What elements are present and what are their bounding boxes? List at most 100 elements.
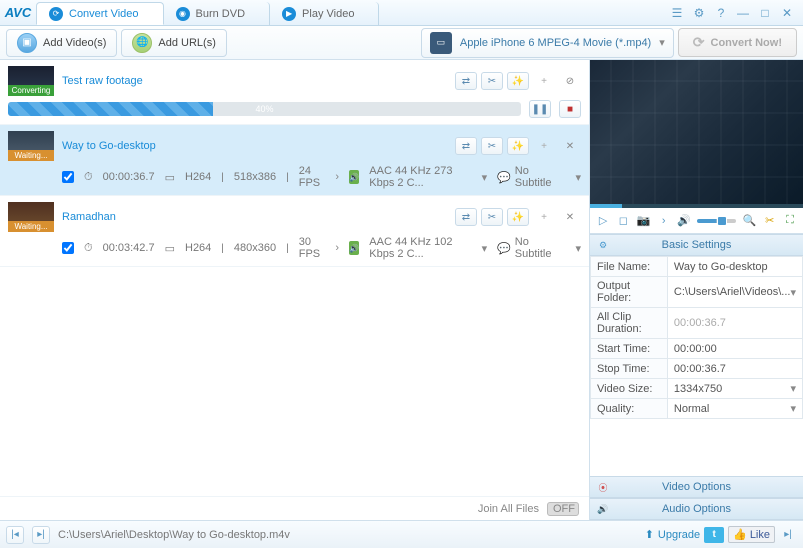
section-title: Audio Options	[662, 503, 731, 515]
effects-button[interactable]: ✨	[507, 137, 529, 155]
swap-button[interactable]: ⇄	[455, 72, 477, 90]
join-toggle[interactable]: OFF	[547, 502, 579, 516]
file-checkbox[interactable]	[62, 171, 74, 183]
tab-label: Convert Video	[69, 8, 139, 20]
gear-icon[interactable]: ⚙	[691, 5, 707, 21]
preview-pane: ▷ ◻ 📷 › 🔊 🔍 ✂ ⛶ ⚙ Basic Settings File Na…	[590, 60, 803, 520]
crop-icon[interactable]: ⛶	[783, 212, 797, 230]
collapse-button[interactable]: ▸|	[779, 526, 797, 544]
chevron-right-icon[interactable]: ›	[335, 171, 339, 183]
refresh-icon: ⟳	[49, 7, 63, 21]
quality-value[interactable]: Normal	[674, 403, 709, 415]
thumbnail: Waiting...	[8, 131, 54, 161]
add-button[interactable]: +	[533, 208, 555, 226]
facebook-like-button[interactable]: 👍 Like	[728, 526, 775, 543]
duration-value: 00:00:36.7	[667, 308, 802, 339]
label: All Clip Duration:	[591, 308, 668, 339]
start-time-input[interactable]	[674, 343, 796, 355]
minimize-button[interactable]: —	[735, 5, 751, 21]
thumbnail: Waiting...	[8, 202, 54, 232]
label: Stop Time:	[591, 359, 668, 379]
size-value[interactable]: 1334x750	[674, 383, 722, 395]
add-button[interactable]: +	[533, 137, 555, 155]
clock-icon: ⏱	[84, 242, 93, 255]
join-files-row: Join All Files OFF	[0, 496, 589, 520]
swap-button[interactable]: ⇄	[455, 137, 477, 155]
play-button[interactable]: ▷	[596, 212, 610, 230]
audio-info: AAC 44 KHz 102 Kbps 2 C...	[369, 236, 471, 260]
app-logo: AVC	[0, 0, 36, 25]
effects-button[interactable]: ✨	[507, 72, 529, 90]
duration: 00:00:36.7	[103, 171, 155, 183]
play-icon: ▶	[282, 7, 296, 21]
chevron-down-icon[interactable]: ▾	[790, 382, 796, 395]
film-icon: ▭	[165, 242, 175, 255]
audio-info: AAC 44 KHz 273 Kbps 2 C...	[369, 165, 471, 189]
file-path: C:\Users\Ariel\Desktop\Way to Go-desktop…	[58, 529, 290, 541]
volume-slider[interactable]	[697, 219, 736, 223]
stop-button[interactable]: ◻	[616, 212, 630, 230]
remove-button[interactable]: ⊘	[559, 72, 581, 90]
remove-button[interactable]: ✕	[559, 137, 581, 155]
cut-button[interactable]: ✂	[481, 72, 503, 90]
prev-file-button[interactable]: |◂	[6, 526, 24, 544]
maximize-button[interactable]: □	[757, 5, 773, 21]
file-list: Converting Test raw footage ⇄ ✂ ✨ + ⊘ 40…	[0, 60, 589, 496]
video-options-header[interactable]: ⦿ Video Options	[590, 476, 803, 498]
output-format-selector[interactable]: ▭ Apple iPhone 6 MPEG-4 Movie (*.mp4) ▾	[421, 28, 674, 58]
chevron-down-icon[interactable]: ▾	[575, 171, 581, 184]
add-button[interactable]: +	[533, 72, 555, 90]
file-item[interactable]: Waiting... Ramadhan ⇄ ✂ ✨ + ✕ ⏱ 00:03:42…	[0, 196, 589, 267]
tab-burn-dvd[interactable]: ◉ Burn DVD	[164, 2, 271, 25]
add-url-icon: 🌐	[132, 33, 152, 53]
chevron-icon[interactable]: ›	[657, 212, 671, 230]
resolution: 518x386	[234, 171, 276, 183]
file-checkbox[interactable]	[62, 242, 74, 254]
twitter-icon[interactable]: t	[704, 527, 724, 543]
cut-button[interactable]: ✂	[481, 208, 503, 226]
seek-bar[interactable]	[590, 204, 803, 208]
chevron-down-icon[interactable]: ▾	[790, 402, 796, 415]
help-icon[interactable]: ?	[713, 5, 729, 21]
snapshot-button[interactable]: 📷	[636, 212, 650, 230]
film-icon: ▭	[165, 171, 175, 184]
chevron-right-icon[interactable]: ›	[335, 242, 339, 254]
vcodec: H264	[185, 171, 211, 183]
effects-button[interactable]: ✨	[507, 208, 529, 226]
chevron-down-icon[interactable]: ▾	[575, 242, 581, 255]
trim-icon[interactable]: ✂	[763, 212, 777, 230]
volume-icon[interactable]: 🔊	[677, 212, 691, 230]
label: Start Time:	[591, 339, 668, 359]
video-preview[interactable]	[590, 60, 803, 208]
file-item[interactable]: Converting Test raw footage ⇄ ✂ ✨ + ⊘ 40…	[0, 60, 589, 125]
filename-input[interactable]	[674, 261, 796, 273]
pause-button[interactable]: ❚❚	[529, 100, 551, 118]
cut-button[interactable]: ✂	[481, 137, 503, 155]
close-button[interactable]: ✕	[779, 5, 795, 21]
tab-label: Play Video	[302, 8, 354, 20]
swap-button[interactable]: ⇄	[455, 208, 477, 226]
video-icon: ⦿	[596, 480, 610, 494]
section-title: Basic Settings	[662, 239, 732, 251]
menu-icon[interactable]: ☰	[669, 5, 685, 21]
remove-button[interactable]: ✕	[559, 208, 581, 226]
subtitle-icon: 💬	[497, 242, 511, 255]
file-item[interactable]: Waiting... Way to Go-desktop ⇄ ✂ ✨ + ✕ ⏱…	[0, 125, 589, 196]
chevron-down-icon[interactable]: ▾	[482, 171, 488, 184]
add-urls-button[interactable]: 🌐 Add URL(s)	[121, 29, 226, 57]
zoom-icon[interactable]: 🔍	[742, 212, 756, 230]
basic-settings-header[interactable]: ⚙ Basic Settings	[590, 234, 803, 256]
chevron-down-icon[interactable]: ▾	[790, 286, 796, 299]
clock-icon: ⏱	[84, 171, 93, 184]
subtitle: No Subtitle	[515, 165, 552, 189]
upgrade-link[interactable]: Upgrade	[658, 529, 700, 541]
audio-options-header[interactable]: 🔊 Audio Options	[590, 498, 803, 520]
chevron-down-icon[interactable]: ▾	[482, 242, 488, 255]
convert-now-button[interactable]: ⟳ Convert Now!	[678, 28, 797, 57]
add-videos-button[interactable]: ▣ Add Video(s)	[6, 29, 117, 57]
next-file-button[interactable]: ▸|	[32, 526, 50, 544]
stop-time-input[interactable]	[674, 363, 796, 375]
tab-convert-video[interactable]: ⟳ Convert Video	[36, 2, 164, 25]
stop-button[interactable]: ■	[559, 100, 581, 118]
tab-play-video[interactable]: ▶ Play Video	[270, 2, 379, 25]
